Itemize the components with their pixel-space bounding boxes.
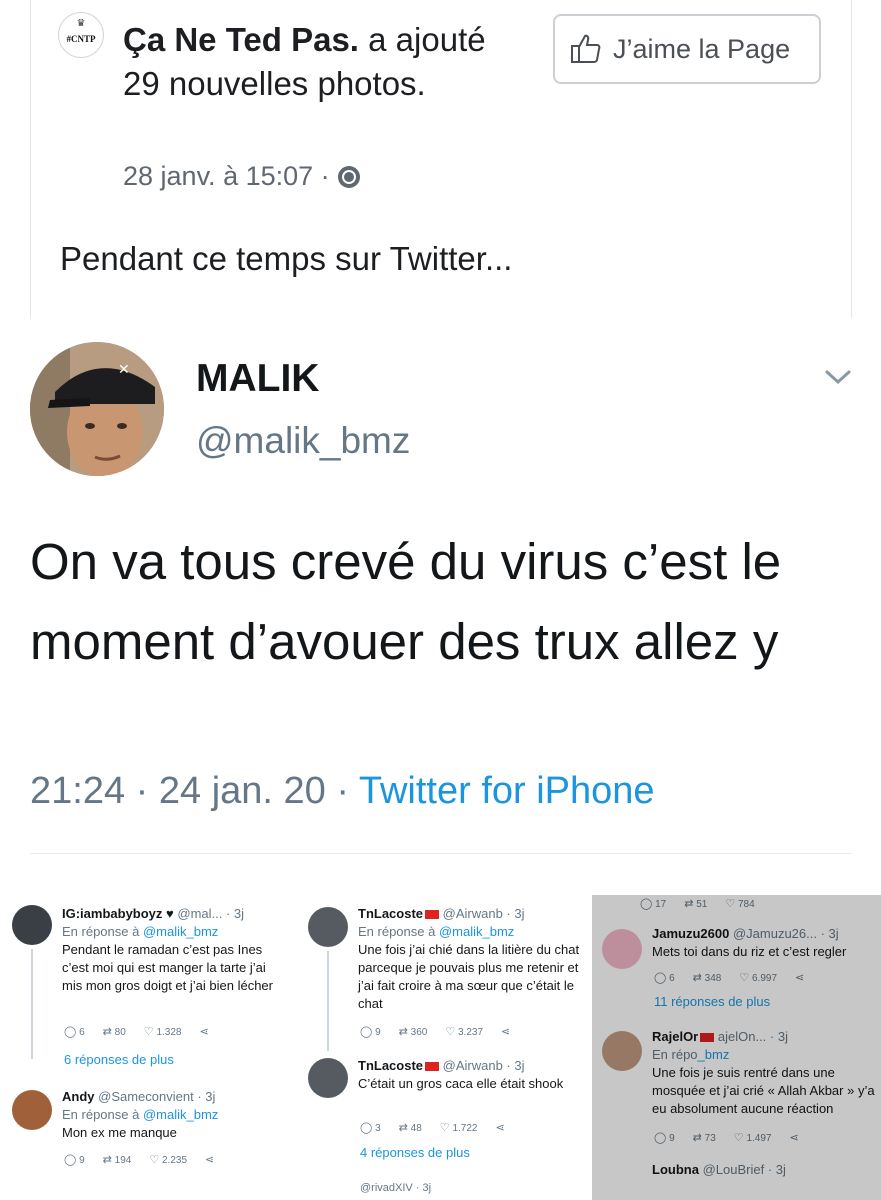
share-icon[interactable]: ⋖ (501, 1025, 510, 1038)
reply-to-handle[interactable]: @malik_bmz (439, 924, 514, 939)
reply-panel-2[interactable]: TnLacoste @Airwanb · 3j En réponse à @ma… (298, 895, 588, 1200)
chevron-down-icon[interactable] (822, 365, 854, 389)
post-meta: 28 janv. à 15:07 · (123, 161, 360, 192)
like-count: 1.722 (452, 1123, 478, 1134)
avatar-photo: ✕ (30, 342, 164, 476)
retweet-count: 360 (410, 1027, 428, 1038)
reply-handle: @Airwanb · 3j (442, 1058, 525, 1073)
tweet-avatar[interactable]: ✕ (30, 342, 164, 476)
like-page-label: J’aime la Page (613, 33, 791, 64)
tweet-source-link[interactable]: Twitter for iPhone (359, 770, 655, 812)
reply-avatar[interactable] (308, 1058, 348, 1098)
reply-stats: ◯ 3 ⇄ 48 ♡ 1.722 ⋖ (360, 1121, 505, 1134)
page-name-link[interactable]: Ça Ne Ted Pas. (123, 21, 359, 58)
retweet-count: 48 (410, 1123, 422, 1134)
post-text: Pendant ce temps sur Twitter... (60, 240, 513, 277)
reply-handle: @mal... · 3j (177, 906, 245, 921)
more-replies-link[interactable]: 4 réponses de plus (360, 1145, 470, 1160)
heart-icon[interactable]: ♡ (440, 1122, 450, 1134)
tweet-text: On va tous crevé du virus c’est le momen… (30, 533, 782, 670)
retweet-count: 80 (114, 1027, 126, 1038)
reply-handle: @rivadXIV · 3j (360, 1182, 432, 1194)
thread-line (327, 951, 329, 1051)
reply-stats: ◯ 9 ⇄ 194 ♡ 2.235 ⋖ (64, 1153, 214, 1166)
reply-count: 9 (79, 1155, 85, 1166)
reply-to-label: En réponse à (62, 924, 143, 939)
reply-4: TnLacoste @Airwanb · 3j C’était un gros … (358, 1057, 580, 1093)
reply-text: Mon ex me manque (62, 1125, 177, 1140)
reply-author[interactable]: Andy (62, 1089, 95, 1104)
tweet-divider (30, 853, 852, 854)
tweet-meta: 21:24 · 24 jan. 20 · Twitter for iPhone (30, 770, 655, 813)
tweet-author-handle[interactable]: @malik_bmz (196, 420, 410, 462)
more-photos-count[interactable]: +26 (668, 118, 746, 172)
flag-icon (425, 1062, 440, 1072)
reply-author[interactable]: TnLacoste (358, 1058, 423, 1073)
retweet-icon[interactable]: ⇄ (103, 1154, 112, 1166)
crown-icon: ♛ (76, 18, 86, 29)
like-count: 1.328 (156, 1027, 182, 1038)
retweet-icon[interactable]: ⇄ (399, 1122, 408, 1134)
reply-to-handle[interactable]: @malik_bmz (143, 924, 218, 939)
reply-1: IG:iambabyboyz ♥ @mal... · 3j En réponse… (62, 905, 282, 995)
reply-3: TnLacoste @Airwanb · 3j En réponse à @ma… (358, 905, 580, 1013)
reply-stats: ◯ 6 ⇄ 80 ♡ 1.328 ⋖ (64, 1025, 209, 1038)
reply-to-handle[interactable]: @malik_bmz (143, 1107, 218, 1122)
heart-icon[interactable]: ♡ (445, 1026, 455, 1038)
retweet-count: 194 (114, 1155, 132, 1166)
reply-handle: @Sameconvient · 3j (98, 1089, 216, 1104)
reply-to-label: En réponse à (358, 924, 439, 939)
share-icon[interactable]: ⋖ (205, 1153, 214, 1166)
reply-text: C’était un gros caca elle était shook (358, 1076, 564, 1091)
share-icon[interactable]: ⋖ (199, 1025, 208, 1038)
heart-icon[interactable]: ♡ (149, 1154, 159, 1166)
avatar-tag: #CNTP (66, 34, 96, 44)
reply-icon[interactable]: ◯ (64, 1026, 76, 1038)
post-header: Ça Ne Ted Pas. a ajouté 29 nouvelles pho… (123, 18, 503, 106)
reply-avatar[interactable] (12, 905, 52, 945)
reply-count: 6 (79, 1027, 85, 1038)
like-count: 2.235 (162, 1155, 188, 1166)
reply-stats: ◯ 9 ⇄ 360 ♡ 3.237 ⋖ (360, 1025, 510, 1038)
reply-text: Pendant le ramadan c’est pas Ines c’est … (62, 942, 273, 993)
retweet-icon[interactable]: ⇄ (399, 1026, 408, 1038)
more-photos-overlay[interactable] (592, 895, 881, 1200)
reply-count: 9 (375, 1027, 381, 1038)
photo-collage[interactable]: IG:iambabyboyz ♥ @mal... · 3j En réponse… (0, 895, 881, 1200)
flag-icon (425, 910, 440, 920)
tweet-timestamp: 21:24 · 24 jan. 20 · (30, 770, 359, 812)
reply-avatar[interactable] (308, 907, 348, 947)
thread-line (31, 949, 33, 1059)
like-count: 3.237 (458, 1027, 484, 1038)
like-page-button[interactable]: J’aime la Page (553, 14, 821, 84)
reply-avatar[interactable] (12, 1090, 52, 1130)
retweet-icon[interactable]: ⇄ (103, 1026, 112, 1038)
reply-text: Une fois j’ai chié dans la litière du ch… (358, 942, 580, 1011)
reply-author[interactable]: TnLacoste (358, 906, 423, 921)
reply-2: Andy @Sameconvient · 3j En réponse à @ma… (62, 1088, 282, 1142)
post-timestamp[interactable]: 28 janv. à 15:07 · (123, 161, 330, 192)
reply-icon[interactable]: ◯ (360, 1122, 372, 1134)
tweet-author-name[interactable]: MALIK (196, 357, 319, 401)
svg-text:✕: ✕ (118, 361, 130, 377)
more-replies-link[interactable]: 6 réponses de plus (64, 1052, 174, 1067)
reply-count: 3 (375, 1123, 381, 1134)
reply-icon[interactable]: ◯ (360, 1026, 372, 1038)
reply-to-label: En réponse à (62, 1107, 143, 1122)
reply-handle: @Airwanb · 3j (442, 906, 525, 921)
heart-icon[interactable]: ♡ (144, 1026, 154, 1038)
reply-author[interactable]: IG:iambabyboyz ♥ (62, 906, 174, 921)
globe-icon (337, 165, 360, 188)
thumbs-up-icon (571, 34, 601, 63)
share-icon[interactable]: ⋖ (495, 1121, 504, 1134)
page-avatar[interactable]: ♛ #CNTP (58, 12, 104, 58)
reply-panel-1[interactable]: IG:iambabyboyz ♥ @mal... · 3j En réponse… (0, 895, 290, 1200)
reply-icon[interactable]: ◯ (64, 1154, 76, 1166)
